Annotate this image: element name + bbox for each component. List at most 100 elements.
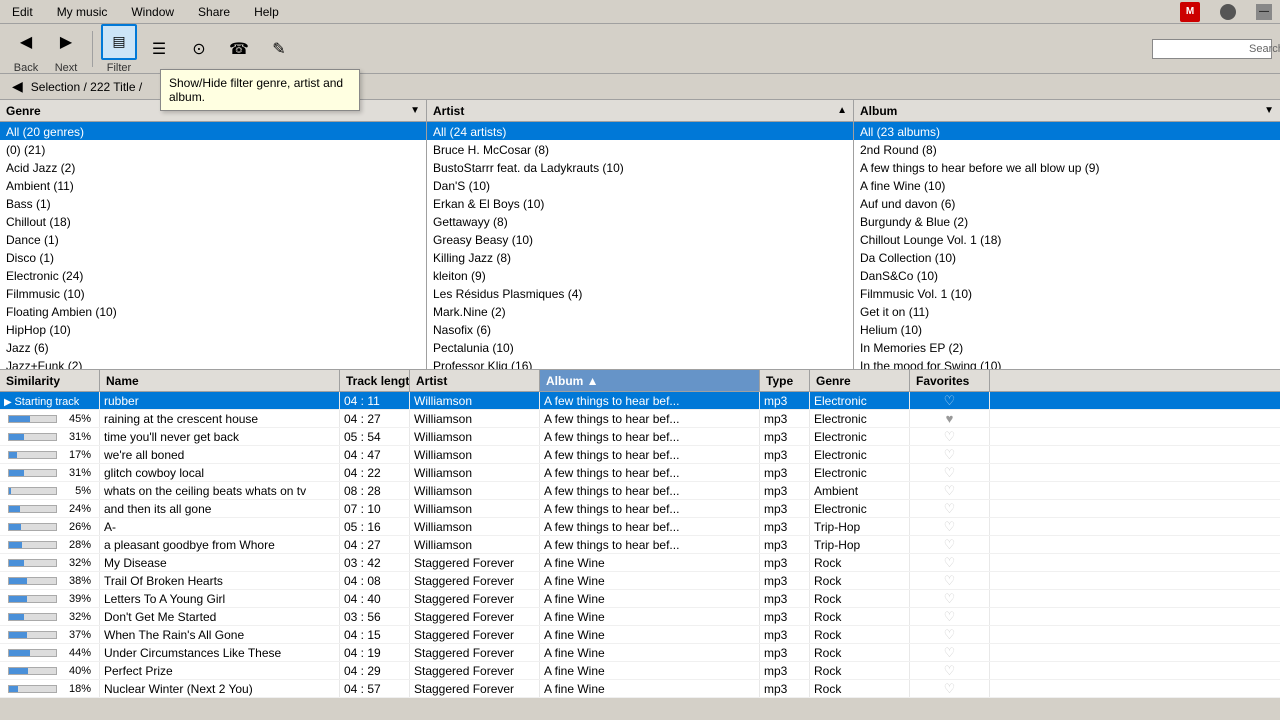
track-favorite[interactable]: ♡ xyxy=(910,446,990,463)
filter-panel-button[interactable]: ▤ xyxy=(101,24,137,60)
album-item[interactable]: A few things to hear before we all blow … xyxy=(854,158,1280,176)
col-header-album[interactable]: Album ▲ xyxy=(540,370,760,391)
track-row[interactable]: 32%Don't Get Me Started03 : 56Staggered … xyxy=(0,608,1280,626)
search-input[interactable] xyxy=(1159,42,1249,56)
back-button[interactable]: ◀ xyxy=(8,24,44,60)
track-row[interactable]: 18%Nuclear Winter (Next 2 You)04 : 57Sta… xyxy=(0,680,1280,698)
track-row[interactable]: 37%When The Rain's All Gone04 : 15Stagge… xyxy=(0,626,1280,644)
track-favorite[interactable]: ♡ xyxy=(910,608,990,625)
artist-item[interactable]: Bruce H. McCosar (8) xyxy=(427,140,853,158)
track-row[interactable]: 26%A-05 : 16WilliamsonA few things to he… xyxy=(0,518,1280,536)
genre-item[interactable]: Dance (1) xyxy=(0,230,426,248)
artist-item[interactable]: Dan'S (10) xyxy=(427,176,853,194)
track-favorite[interactable]: ♡ xyxy=(910,536,990,553)
col-header-favorites[interactable]: Favorites xyxy=(910,370,990,391)
track-row[interactable]: 40%Perfect Prize04 : 29Staggered Forever… xyxy=(0,662,1280,680)
track-favorite[interactable]: ♡ xyxy=(910,500,990,517)
genre-item[interactable]: Chillout (18) xyxy=(0,212,426,230)
col-header-similarity[interactable]: Similarity xyxy=(0,370,100,391)
artist-item[interactable]: Pectalunia (10) xyxy=(427,338,853,356)
album-item[interactable]: 2nd Round (8) xyxy=(854,140,1280,158)
track-favorite[interactable]: ♡ xyxy=(910,626,990,643)
genre-item[interactable]: (0) (21) xyxy=(0,140,426,158)
track-row[interactable]: 45%raining at the crescent house04 : 27W… xyxy=(0,410,1280,428)
artist-item[interactable]: Greasy Beasy (10) xyxy=(427,230,853,248)
album-item[interactable]: Get it on (11) xyxy=(854,302,1280,320)
col-header-type[interactable]: Type xyxy=(760,370,810,391)
track-row[interactable]: 24%and then its all gone07 : 10Williamso… xyxy=(0,500,1280,518)
artist-item[interactable]: kleiton (9) xyxy=(427,266,853,284)
track-favorite[interactable]: ♡ xyxy=(910,644,990,661)
track-row[interactable]: 32%My Disease03 : 42Staggered ForeverA f… xyxy=(0,554,1280,572)
genre-item[interactable]: Bass (1) xyxy=(0,194,426,212)
track-favorite[interactable]: ♡ xyxy=(910,392,990,409)
col-header-length[interactable]: Track length xyxy=(340,370,410,391)
track-row[interactable]: 5%whats on the ceiling beats whats on tv… xyxy=(0,482,1280,500)
artist-header[interactable]: Artist ▲ xyxy=(427,100,853,122)
track-favorite[interactable]: ♡ xyxy=(910,680,990,697)
genre-item[interactable]: Acid Jazz (2) xyxy=(0,158,426,176)
artist-item[interactable]: Mark.Nine (2) xyxy=(427,302,853,320)
genre-item[interactable]: Ambient (11) xyxy=(0,176,426,194)
album-item[interactable]: Filmmusic Vol. 1 (10) xyxy=(854,284,1280,302)
album-item[interactable]: All (23 albums) xyxy=(854,122,1280,140)
artist-item[interactable]: All (24 artists) xyxy=(427,122,853,140)
col-header-name[interactable]: Name xyxy=(100,370,340,391)
album-item[interactable]: In Memories EP (2) xyxy=(854,338,1280,356)
artist-item[interactable]: Nasofix (6) xyxy=(427,320,853,338)
menu-help[interactable]: Help xyxy=(250,3,283,21)
artist-item[interactable]: Killing Jazz (8) xyxy=(427,248,853,266)
menu-share[interactable]: Share xyxy=(194,3,234,21)
album-item[interactable]: Da Collection (10) xyxy=(854,248,1280,266)
minimize-icon[interactable]: — xyxy=(1256,4,1272,20)
genre-item[interactable]: Disco (1) xyxy=(0,248,426,266)
album-header[interactable]: Album ▼ xyxy=(854,100,1280,122)
track-favorite[interactable]: ♡ xyxy=(910,590,990,607)
genre-item[interactable]: Electronic (24) xyxy=(0,266,426,284)
artist-item[interactable]: Erkan & El Boys (10) xyxy=(427,194,853,212)
track-row[interactable]: 31%time you'll never get back05 : 54Will… xyxy=(0,428,1280,446)
genre-item[interactable]: Jazz (6) xyxy=(0,338,426,356)
track-favorite[interactable]: ♡ xyxy=(910,428,990,445)
artist-item[interactable]: BustoStarrr feat. da Ladykrauts (10) xyxy=(427,158,853,176)
nav-left-arrow[interactable]: ◀ xyxy=(8,78,27,95)
genre-item[interactable]: Floating Ambien (10) xyxy=(0,302,426,320)
edit-button[interactable]: ✎ xyxy=(261,31,297,67)
album-item[interactable]: Burgundy & Blue (2) xyxy=(854,212,1280,230)
genre-item[interactable]: Jazz+Funk (2) xyxy=(0,356,426,369)
track-favorite[interactable]: ♡ xyxy=(910,572,990,589)
album-item[interactable]: In the mood for Swing (10) xyxy=(854,356,1280,369)
next-button[interactable]: ▶ xyxy=(48,24,84,60)
album-item[interactable]: DanS&Co (10) xyxy=(854,266,1280,284)
disc-button[interactable]: ⊙ xyxy=(181,31,217,67)
phone-button[interactable]: ☎ xyxy=(221,31,257,67)
artist-item[interactable]: Les Résidus Plasmiques (4) xyxy=(427,284,853,302)
col-header-artist[interactable]: Artist xyxy=(410,370,540,391)
genre-item[interactable]: Filmmusic (10) xyxy=(0,284,426,302)
track-favorite[interactable]: ♥ xyxy=(910,410,990,427)
track-row[interactable]: 39%Letters To A Young Girl04 : 40Stagger… xyxy=(0,590,1280,608)
track-row[interactable]: ▶ Starting trackrubber04 : 11WilliamsonA… xyxy=(0,392,1280,410)
track-favorite[interactable]: ♡ xyxy=(910,554,990,571)
list-view-button[interactable]: ☰ xyxy=(141,31,177,67)
track-favorite[interactable]: ♡ xyxy=(910,464,990,481)
track-row[interactable]: 31%glitch cowboy local04 : 22WilliamsonA… xyxy=(0,464,1280,482)
track-row[interactable]: 28%a pleasant goodbye from Whore04 : 27W… xyxy=(0,536,1280,554)
search-box[interactable]: Search xyxy=(1152,39,1272,59)
album-item[interactable]: A fine Wine (10) xyxy=(854,176,1280,194)
menu-window[interactable]: Window xyxy=(127,3,178,21)
genre-item[interactable]: HipHop (10) xyxy=(0,320,426,338)
track-favorite[interactable]: ♡ xyxy=(910,482,990,499)
artist-item[interactable]: Professor Kliq (16) xyxy=(427,356,853,369)
album-item[interactable]: Chillout Lounge Vol. 1 (18) xyxy=(854,230,1280,248)
track-row[interactable]: 17%we're all boned04 : 47WilliamsonA few… xyxy=(0,446,1280,464)
menu-edit[interactable]: Edit xyxy=(8,3,37,21)
track-row[interactable]: 44%Under Circumstances Like These04 : 19… xyxy=(0,644,1280,662)
track-favorite[interactable]: ♡ xyxy=(910,662,990,679)
album-item[interactable]: Auf und davon (6) xyxy=(854,194,1280,212)
album-item[interactable]: Helium (10) xyxy=(854,320,1280,338)
genre-item[interactable]: All (20 genres) xyxy=(0,122,426,140)
track-row[interactable]: 38%Trail Of Broken Hearts04 : 08Staggere… xyxy=(0,572,1280,590)
menu-mymusic[interactable]: My music xyxy=(53,3,112,21)
track-favorite[interactable]: ♡ xyxy=(910,518,990,535)
